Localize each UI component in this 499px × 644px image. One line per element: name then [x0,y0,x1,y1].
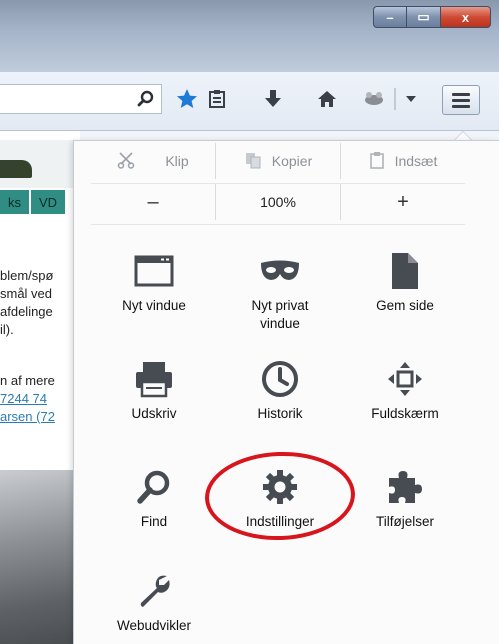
page-link[interactable]: arsen (72 [0,409,55,424]
search-icon[interactable] [135,86,157,112]
dropdown-icon[interactable] [402,86,420,112]
developer-button[interactable]: Webudvikler [104,569,204,635]
fullscreen-button[interactable]: Fuldskærm [355,357,455,423]
paste-icon [369,151,385,172]
window-titlebar: – ▭ x [0,0,499,72]
page-text-line: il). [0,322,14,337]
search-icon [133,465,175,509]
download-icon[interactable] [262,86,284,112]
find-label: Find [140,514,168,529]
addons-button[interactable]: Tilføjelser [355,465,455,531]
fullscreen-label: Fuldskærm [371,406,439,421]
site-nav: ks VD [0,190,68,214]
puzzle-icon [384,465,426,509]
edit-controls: Klip Kopier Indsæt [91,143,465,179]
close-button[interactable]: x [441,6,491,28]
find-button[interactable]: Find [104,465,204,531]
zoom-controls: – 100% + [91,183,465,220]
save-page-icon [384,249,426,293]
save-page-label: Gem side [376,298,434,313]
site-nav-tab[interactable]: ks [0,190,31,214]
zoom-in-button[interactable]: + [340,184,465,220]
paste-label: Indsæt [394,153,438,169]
bookmark-star-icon[interactable] [175,86,199,112]
paste-button[interactable]: Indsæt [340,143,465,179]
zoom-reset-button[interactable]: 100% [215,184,340,220]
window-controls: – ▭ x [373,6,491,28]
save-page-button[interactable]: Gem side [355,249,455,315]
site-nav-tab[interactable]: VD [31,190,68,214]
wrench-icon [133,569,175,613]
cut-label: Klip [165,153,189,169]
reading-list-icon[interactable] [206,86,228,112]
history-clock-icon [259,357,301,401]
scissors-icon [117,151,135,172]
new-private-window-button[interactable]: Nyt privat vindue [230,249,330,333]
page-text-line: n af mere [0,373,55,388]
cut-button[interactable]: Klip [91,143,215,179]
menu-icon[interactable] [442,85,480,115]
site-logo [0,140,80,188]
home-icon[interactable] [316,86,338,112]
toolbar-separator [394,88,396,110]
history-label: Historik [257,406,303,421]
fullscreen-icon [384,357,426,401]
copy-icon [244,151,262,172]
zoom-out-button[interactable]: – [91,184,215,220]
page-link[interactable]: 7244 74 [0,391,47,406]
copy-label: Kopier [271,153,313,169]
panel-separator [91,224,465,225]
menu-panel: Klip Kopier Indsæt – 100% + Nyt vindue N… [73,140,499,644]
page-text-line: blem/spø [0,268,54,283]
new-window-button[interactable]: Nyt vindue [104,249,204,315]
print-label: Udskriv [131,406,177,421]
new-private-window-label: Nyt privat vindue [251,298,309,331]
navigation-toolbar [0,72,499,131]
extension-icon[interactable] [362,86,386,112]
history-button[interactable]: Historik [230,357,330,423]
copy-button[interactable]: Kopier [215,143,340,179]
maximize-button[interactable]: ▭ [407,6,441,28]
new-window-label: Nyt vindue [122,298,186,313]
page-photo [0,470,80,644]
new-window-icon [133,249,175,293]
addons-label: Tilføjelser [375,514,434,529]
private-mask-icon [259,249,301,293]
print-button[interactable]: Udskriv [104,357,204,423]
page-text-line: smål ved [0,286,53,301]
page-text-line: afdelinge [0,304,53,319]
developer-label: Webudvikler [116,618,192,633]
printer-icon [133,357,175,401]
minimize-button[interactable]: – [373,6,407,28]
